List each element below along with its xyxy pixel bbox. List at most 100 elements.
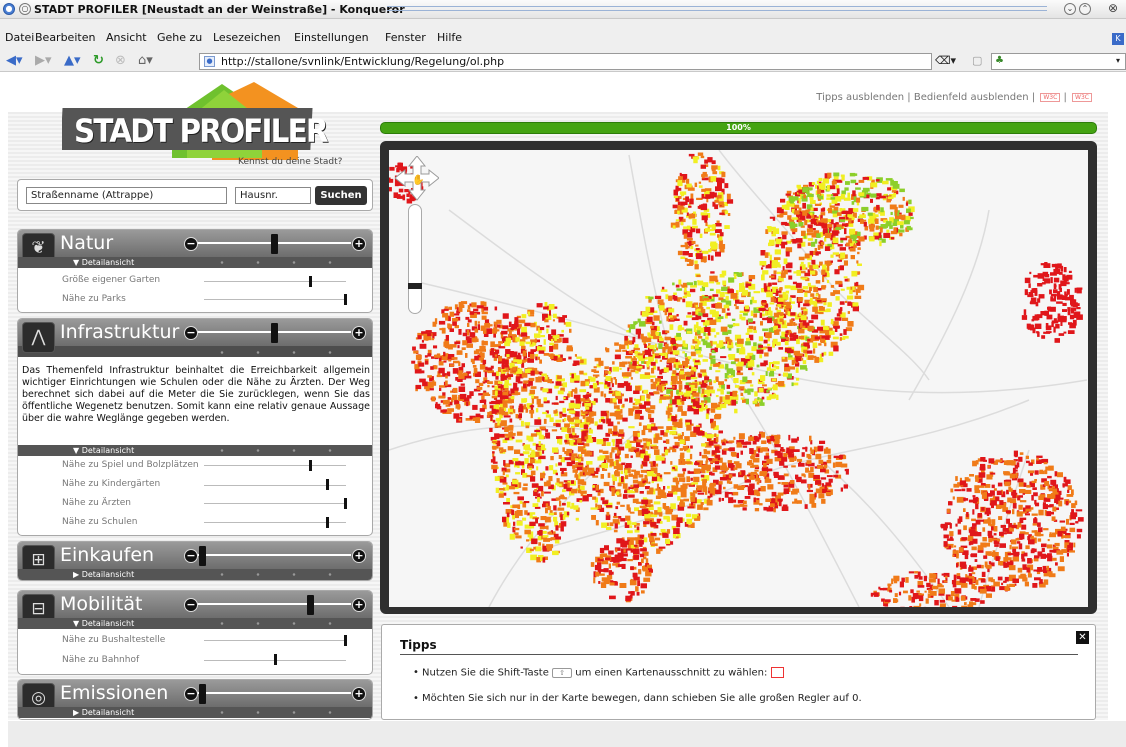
sub-label: Nähe zu Ärzten: [62, 498, 131, 508]
detail-toggle[interactable]: ▶ Detailansicht: [18, 707, 372, 718]
top-links: Tipps ausblenden | Bedienfeld ausblenden…: [816, 92, 1092, 103]
hide-tips-link[interactable]: Tipps ausblenden: [816, 92, 904, 103]
sub-slider-knob[interactable]: [344, 294, 347, 305]
up-icon[interactable]: ▲▾: [64, 53, 81, 68]
sub-slider-knob[interactable]: [274, 654, 277, 665]
home-icon[interactable]: ⌂▾: [138, 53, 153, 68]
plus-icon[interactable]: +: [352, 598, 366, 612]
house-number-input[interactable]: Hausnr.: [235, 187, 311, 204]
plus-icon[interactable]: +: [352, 687, 366, 701]
minimize-icon[interactable]: ⌄: [1064, 3, 1076, 15]
sub-slider-knob[interactable]: [344, 635, 347, 646]
plus-icon[interactable]: +: [352, 237, 366, 251]
minus-icon[interactable]: −: [184, 237, 198, 251]
forward-icon[interactable]: ▶▾: [35, 53, 52, 68]
w3c-badge[interactable]: W3C: [1072, 92, 1092, 102]
sub-slider-knob[interactable]: [309, 460, 312, 471]
panel-infrastruktur: Infrastruktur − + ⋀ Das Themenfeld Infra…: [17, 318, 373, 536]
sub-slider-knob[interactable]: [325, 479, 329, 490]
bookmark-icon[interactable]: ▢: [972, 53, 982, 68]
main-slider-knob[interactable]: [199, 684, 206, 704]
panel-title: Emissionen: [60, 682, 169, 704]
slider-dots: [204, 261, 346, 264]
detail-toggle[interactable]: ▼ Detailansicht: [18, 257, 372, 268]
sub-slider-track[interactable]: [204, 485, 346, 486]
clear-url-icon[interactable]: ⌫▾: [935, 53, 956, 68]
logo[interactable]: STADT PROFILER Kennst du deine Stadt?: [60, 80, 350, 170]
menu-hilfe[interactable]: Hilfe: [437, 31, 462, 44]
panel-title: Natur: [60, 232, 114, 254]
sub-label: Nähe zu Bushaltestelle: [62, 635, 166, 645]
web-search-input[interactable]: ♣ ▾: [991, 53, 1126, 70]
street-input[interactable]: Straßenname (Attrappe): [26, 187, 227, 204]
detail-toggle[interactable]: ▼ Detailansicht: [18, 618, 372, 629]
sub-slider-knob[interactable]: [325, 517, 329, 528]
chevron-down-icon[interactable]: ▾: [1116, 56, 1120, 65]
close-icon[interactable]: ✕: [1076, 631, 1089, 644]
tip-shift-text-a: Nutzen Sie die Shift-Taste: [422, 667, 549, 679]
zoom-knob[interactable]: [408, 283, 422, 289]
main-slider-track[interactable]: [197, 603, 351, 605]
sub-slider-track[interactable]: [204, 503, 346, 504]
tips-box: Tipps ✕ • Nutzen Sie die Shift-Taste ⇧ u…: [381, 624, 1096, 720]
sub-label: Nähe zu Schulen: [62, 517, 138, 527]
menu-lesezeichen[interactable]: Lesezeichen: [213, 31, 281, 44]
menu-bearbeiten[interactable]: Bearbeiten: [35, 31, 95, 44]
separator: |: [907, 92, 911, 103]
panel-header: Einkaufen − +: [18, 542, 372, 569]
sub-label: Nähe zu Kindergärten: [62, 479, 161, 489]
sub-slider-knob[interactable]: [344, 498, 347, 509]
reload-icon[interactable]: ↻: [93, 53, 104, 68]
hide-panel-link[interactable]: Bedienfeld ausblenden: [914, 92, 1029, 103]
panel-title: Mobilität: [60, 593, 143, 615]
menu-datei[interactable]: Datei: [5, 31, 34, 44]
menu-einstellungen[interactable]: Einstellungen: [294, 31, 369, 44]
plus-icon[interactable]: +: [352, 549, 366, 563]
map-canvas[interactable]: ✋: [389, 150, 1088, 607]
title-decoration: [387, 6, 1047, 7]
detail-label: ▼ Detailansicht: [73, 258, 135, 267]
main-slider-knob[interactable]: [199, 546, 206, 566]
sub-slider-track[interactable]: [204, 299, 346, 300]
menu-fenster[interactable]: Fenster: [385, 31, 426, 44]
selection-box-icon: [770, 667, 784, 678]
sub-slider-track[interactable]: [204, 281, 346, 282]
main-slider-track[interactable]: [197, 554, 351, 556]
url-input[interactable]: ● http://stallone/svnlink/Entwicklung/Re…: [199, 53, 932, 70]
main-slider-knob[interactable]: [307, 595, 314, 615]
maximize-icon[interactable]: ⌃: [1079, 3, 1091, 15]
slider-dots: [204, 711, 346, 714]
close-icon[interactable]: ⊗: [1107, 2, 1119, 15]
back-icon[interactable]: ◀▾: [6, 53, 23, 68]
minus-icon[interactable]: −: [184, 687, 198, 701]
slider-dots: [204, 449, 346, 452]
slider-dots: [204, 351, 346, 354]
app-menu-icon[interactable]: ●: [3, 3, 15, 15]
main-slider-knob[interactable]: [271, 323, 278, 343]
sub-slider-track[interactable]: [204, 640, 346, 641]
sticky-icon[interactable]: ○: [19, 3, 31, 15]
zoom-bar[interactable]: [408, 204, 422, 314]
search-button[interactable]: Suchen: [315, 186, 367, 205]
detail-toggle[interactable]: ▼ Detailansicht: [18, 445, 372, 456]
minus-icon[interactable]: −: [184, 326, 198, 340]
sub-slider-track[interactable]: [204, 522, 346, 523]
window-title: STADT PROFILER [Neustadt an der Weinstra…: [34, 3, 405, 16]
sub-slider-track[interactable]: [204, 465, 346, 466]
panel-einkaufen: Einkaufen − + ⊞ ▶ Detailansicht: [17, 541, 373, 581]
minus-icon[interactable]: −: [184, 549, 198, 563]
detail-toggle[interactable]: ▶ Detailansicht: [18, 569, 372, 580]
minus-icon[interactable]: −: [184, 598, 198, 612]
kde-icon[interactable]: K: [1112, 33, 1124, 45]
menu-ansicht[interactable]: Ansicht: [106, 31, 147, 44]
tip-sliders: Möchten Sie sich nur in der Karte bewege…: [422, 693, 862, 704]
menu-gehe-zu[interactable]: Gehe zu: [157, 31, 202, 44]
main-slider-track[interactable]: [197, 692, 351, 694]
w3c-badge[interactable]: W3C: [1040, 92, 1061, 102]
main-slider-knob[interactable]: [271, 234, 278, 254]
sub-slider-knob[interactable]: [309, 276, 312, 287]
stop-icon[interactable]: ⊗: [115, 53, 126, 68]
plus-icon[interactable]: +: [352, 326, 366, 340]
detail-label: ▶ Detailansicht: [73, 708, 135, 717]
tip-shift-text-b: um einen Kartenausschnitt zu wählen:: [575, 667, 768, 679]
